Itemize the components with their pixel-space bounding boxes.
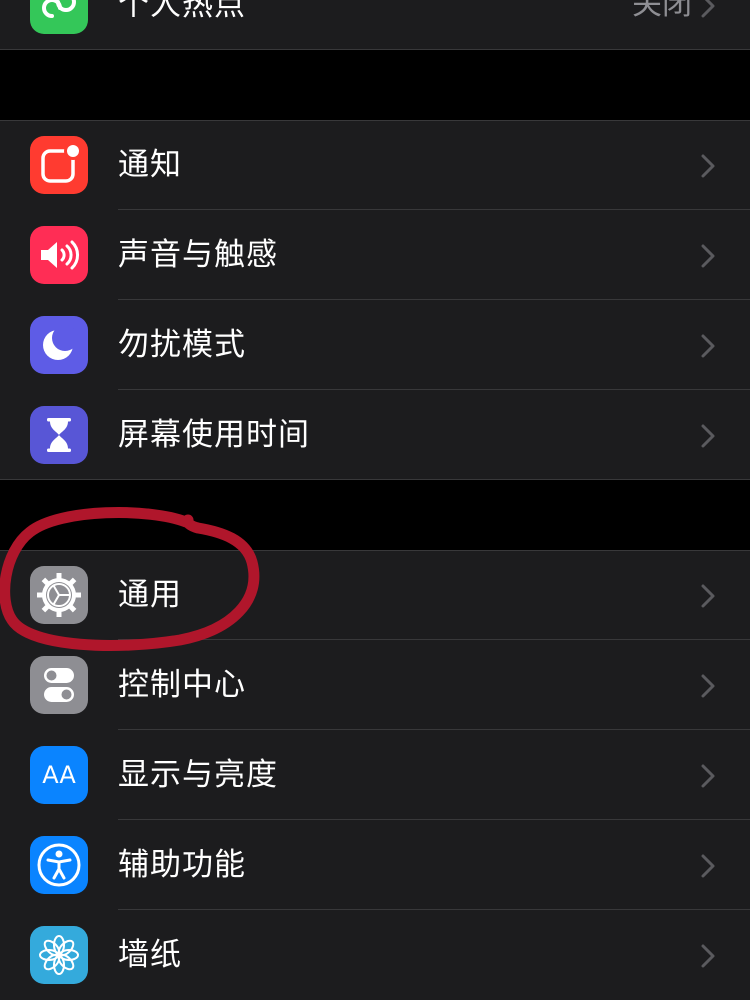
chevron-right-icon (701, 0, 715, 18)
hourglass-icon (30, 406, 88, 464)
general-label: 通用 (118, 577, 182, 613)
speaker-icon (30, 226, 88, 284)
hotspot-value: 关闭 (632, 0, 692, 22)
screen-time-label: 屏幕使用时间 (118, 417, 310, 453)
control-center-label: 控制中心 (118, 667, 246, 703)
chevron-right-icon (701, 334, 715, 358)
settings-row-accessibility[interactable]: 辅助功能 (0, 820, 750, 910)
accessibility-label: 辅助功能 (118, 847, 246, 883)
settings-row-notifications[interactable]: 通知 (0, 120, 750, 210)
gear-icon (30, 566, 88, 624)
display-label: 显示与亮度 (118, 757, 278, 793)
chevron-right-icon (701, 154, 715, 178)
settings-row-wallpaper[interactable]: 墙纸 (0, 910, 750, 1000)
flower-icon (30, 926, 88, 984)
notifications-icon (30, 136, 88, 194)
moon-icon (30, 316, 88, 374)
chevron-right-icon (701, 674, 715, 698)
settings-group-notifications: 通知 声音与触感 勿扰模式 屏幕使用时间 (0, 120, 750, 480)
settings-row-display[interactable]: AA 显示与亮度 (0, 730, 750, 820)
settings-row-general[interactable]: 通用 (0, 550, 750, 640)
text-size-icon: AA (30, 746, 88, 804)
chevron-right-icon (701, 584, 715, 608)
accessibility-icon (30, 836, 88, 894)
settings-row-control-center[interactable]: 控制中心 (0, 640, 750, 730)
toggle-switches-icon (30, 656, 88, 714)
do-not-disturb-label: 勿扰模式 (118, 327, 246, 363)
hotspot-label: 个人热点 (118, 0, 246, 23)
chevron-right-icon (701, 424, 715, 448)
settings-row-do-not-disturb[interactable]: 勿扰模式 (0, 300, 750, 390)
settings-group-connectivity: 个人热点 关闭 (0, 0, 750, 50)
chevron-right-icon (701, 854, 715, 878)
notifications-label: 通知 (118, 147, 182, 183)
settings-group-general: 通用 控制中心 AA 显示与亮度 辅助功能 墙纸 (0, 550, 750, 1000)
settings-row-sounds[interactable]: 声音与触感 (0, 210, 750, 300)
chevron-right-icon (701, 244, 715, 268)
wallpaper-label: 墙纸 (118, 937, 182, 973)
hotspot-icon (30, 0, 88, 34)
chevron-right-icon (701, 764, 715, 788)
sounds-label: 声音与触感 (118, 237, 278, 273)
settings-row-screen-time[interactable]: 屏幕使用时间 (0, 390, 750, 480)
text-size-icon-label: AA (42, 761, 76, 789)
chevron-right-icon (701, 944, 715, 968)
settings-row-hotspot[interactable]: 个人热点 关闭 (0, 0, 750, 50)
